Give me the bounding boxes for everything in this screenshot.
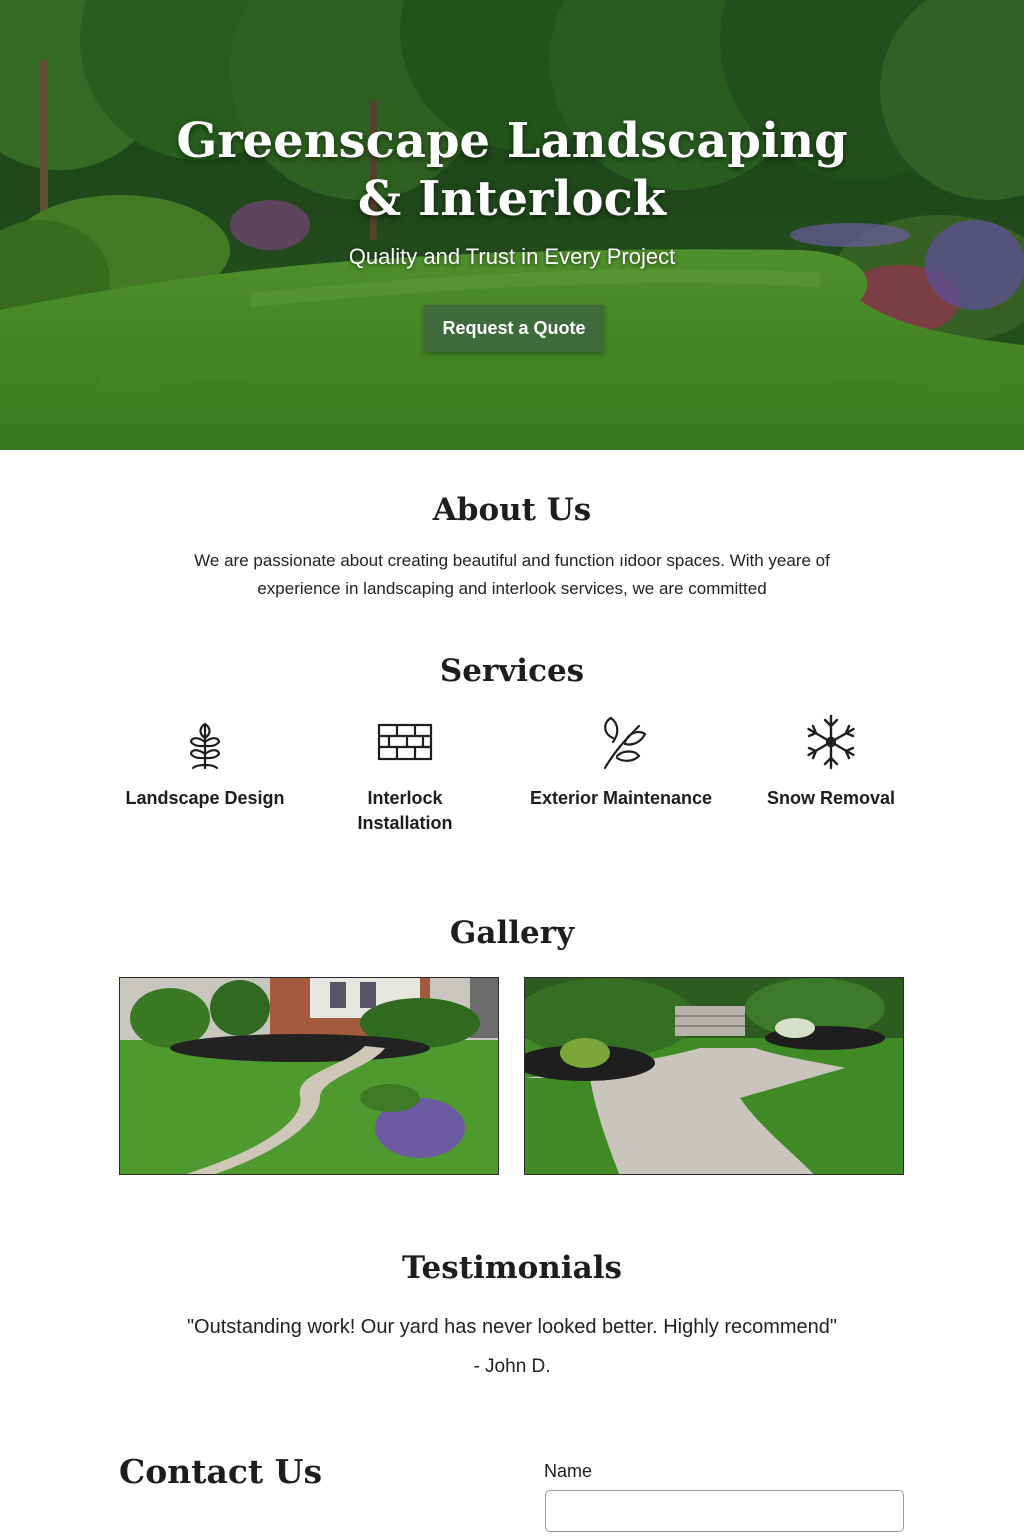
- service-interlock-installation: Interlock Installation: [300, 712, 510, 836]
- about-text: We are passionate about creating beautif…: [194, 551, 830, 598]
- service-label: Interlock Installation: [357, 788, 453, 833]
- snowflake-icon: [807, 714, 855, 770]
- hero-title-line-2: & Interlock: [357, 171, 667, 227]
- leaves-icon: [603, 716, 647, 770]
- gallery-image-curved-walkway[interactable]: [119, 977, 499, 1175]
- service-label: Landscape Design: [125, 788, 285, 808]
- hero-title-line-1: Greenscape Landscaping: [176, 113, 848, 169]
- hero-subtitle: Quality and Trust in Every Project: [348, 244, 676, 269]
- service-label: Snow Removal: [766, 788, 896, 808]
- name-label: Name: [544, 1461, 593, 1481]
- about-title: About Us: [432, 492, 592, 528]
- gallery-image-stone-path[interactable]: [524, 977, 904, 1175]
- curved-walkway-photo: [120, 978, 498, 1174]
- testimonials-title: Testimonials: [402, 1250, 622, 1286]
- contact-title: Contact Us: [119, 1452, 323, 1491]
- stone-path-photo: [525, 978, 903, 1174]
- name-input[interactable]: [545, 1490, 904, 1532]
- gallery-title: Gallery: [449, 915, 575, 951]
- service-exterior-maintenance: Exterior Maintenance: [516, 712, 726, 811]
- hero-banner: Greenscape Landscaping & Interlock Quali…: [0, 0, 1024, 450]
- plant-icon: [189, 722, 221, 770]
- request-quote-button[interactable]: Request a Quote: [424, 305, 604, 352]
- brick-icon: [377, 723, 433, 761]
- services-list: Landscape Design Interlock Installation …: [100, 712, 930, 842]
- service-label: Exterior Maintenance: [529, 788, 713, 808]
- testimonial-author: - John D.: [473, 1356, 551, 1377]
- testimonial-quote: "Outstanding work! Our yard has never lo…: [186, 1316, 838, 1338]
- service-snow-removal: Snow Removal: [726, 712, 936, 811]
- service-landscape-design: Landscape Design: [100, 712, 310, 811]
- services-title: Services: [439, 653, 585, 689]
- hero-title: Greenscape Landscaping & Interlock: [0, 112, 1024, 228]
